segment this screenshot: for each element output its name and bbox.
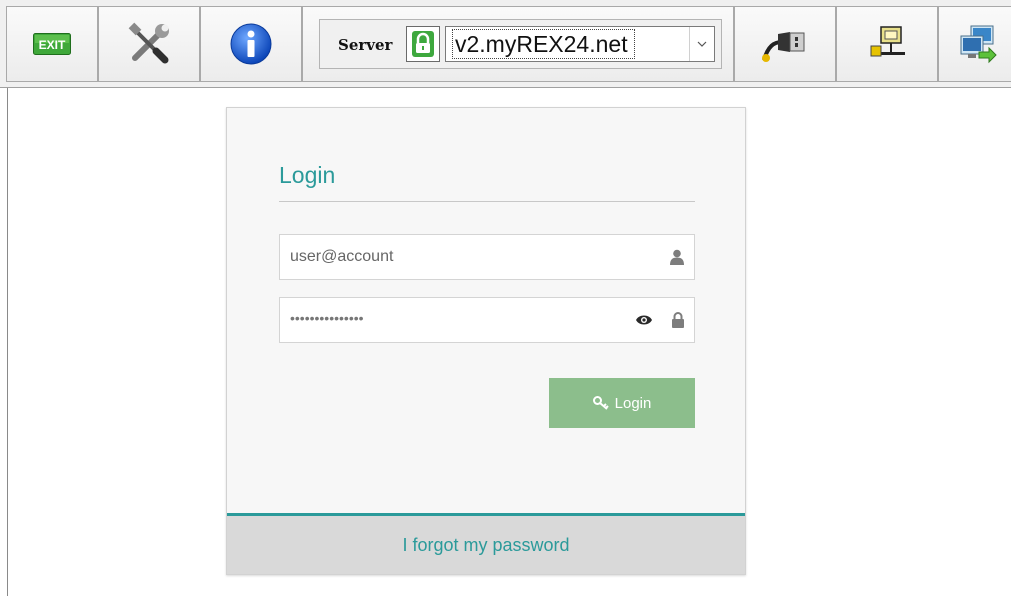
info-button[interactable] — [200, 6, 302, 82]
login-button[interactable]: Login — [549, 378, 695, 428]
server-label: Server — [338, 36, 393, 54]
login-card: Login ••••••••••••••• — [226, 107, 746, 575]
network-button[interactable] — [836, 6, 938, 82]
username-field[interactable] — [279, 234, 695, 280]
remote-desktop-button[interactable] — [938, 6, 1011, 82]
lock-icon — [412, 31, 434, 57]
info-icon — [230, 23, 272, 65]
server-select[interactable]: v2.myREX24.net — [445, 26, 715, 62]
server-lock-button[interactable] — [406, 26, 440, 62]
chevron-down-icon — [697, 41, 707, 47]
login-title: Login — [279, 162, 336, 188]
exit-icon: EXIT — [33, 33, 71, 55]
usb-button[interactable] — [734, 6, 836, 82]
login-button-label: Login — [614, 394, 652, 412]
toolbar: EXIT Server v2.myREX24.net — [0, 0, 1011, 88]
exit-button[interactable]: EXIT — [6, 6, 98, 82]
password-input[interactable]: ••••••••••••••• — [290, 310, 364, 326]
tools-icon — [128, 22, 169, 64]
lock-icon — [672, 298, 684, 342]
user-icon — [670, 235, 684, 279]
eye-icon[interactable] — [636, 298, 652, 342]
server-value: v2.myREX24.net — [452, 29, 635, 59]
window-left-border — [7, 88, 8, 596]
card-footer: I forgot my password — [227, 513, 745, 574]
network-icon — [870, 26, 905, 57]
username-input[interactable] — [280, 235, 630, 279]
password-field[interactable]: ••••••••••••••• — [279, 297, 695, 343]
server-group: Server v2.myREX24.net — [319, 19, 722, 69]
title-divider — [279, 201, 695, 202]
server-dropdown-button[interactable] — [689, 27, 714, 61]
forgot-password-link[interactable]: I forgot my password — [402, 535, 569, 556]
remote-desktop-icon — [960, 25, 997, 64]
tools-button[interactable] — [98, 6, 200, 82]
usb-plug-icon — [762, 32, 805, 62]
svg-text:EXIT: EXIT — [39, 38, 66, 52]
server-panel: Server v2.myREX24.net — [302, 6, 734, 82]
key-icon — [592, 396, 609, 410]
